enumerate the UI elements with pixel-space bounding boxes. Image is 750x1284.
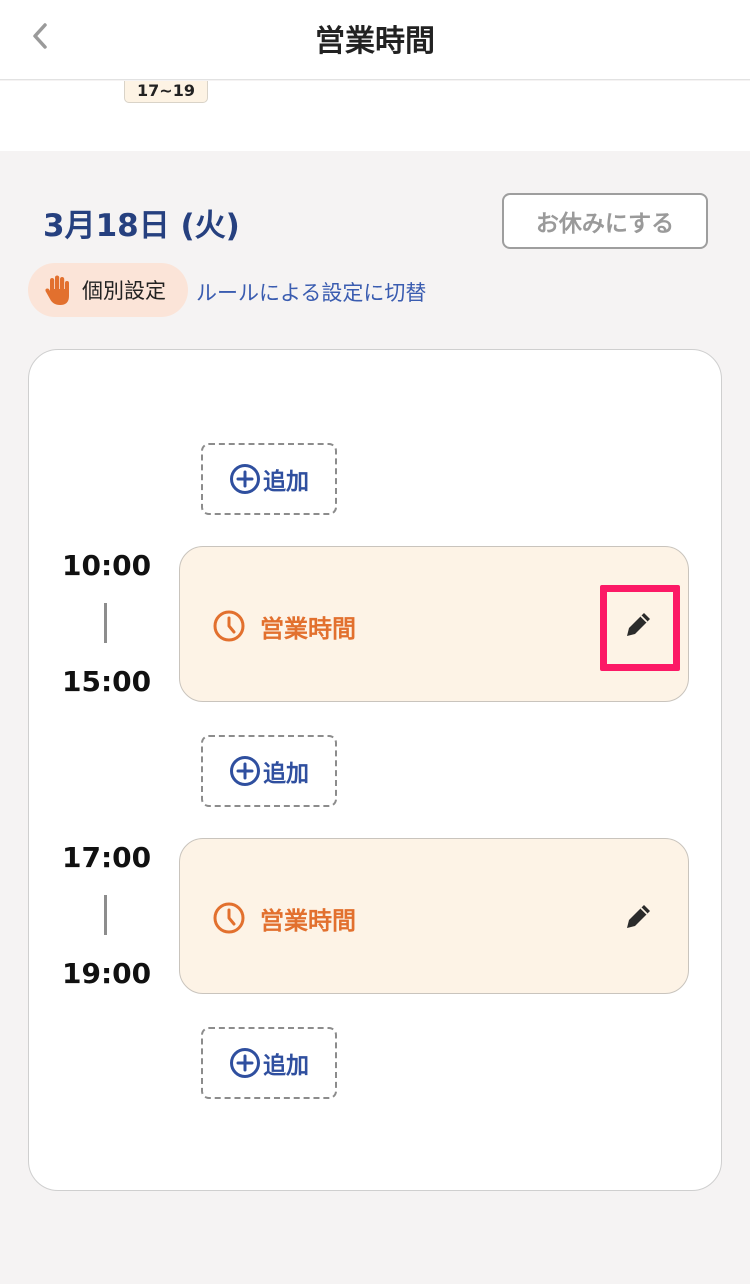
header-bar: 営業時間 [0,0,750,80]
slot-label: 営業時間 [260,907,356,935]
add-label: 追加 [263,469,309,495]
set-holiday-button[interactable]: お休みにする [502,193,708,249]
plus-circle-icon [230,1048,260,1078]
hand-icon [45,275,69,305]
page-title: 営業時間 [315,24,435,59]
slot-end-time: 19:00 [62,957,152,990]
time-separator [104,895,107,935]
slot-start-time: 17:00 [62,841,152,874]
add-label: 追加 [263,1053,309,1079]
badge-label: 個別設定 [82,279,166,303]
slot-start-time: 10:00 [62,549,152,582]
pencil-icon [627,905,650,928]
business-hours-slot[interactable]: 営業時間 [179,838,689,994]
schedule-card [28,349,722,1191]
time-separator [104,603,107,643]
clock-icon [213,902,245,934]
highlight-box [600,585,680,671]
clock-icon [213,610,245,642]
plus-circle-icon [230,464,260,494]
time-range-chip: 17~19 [124,81,208,103]
plus-circle-icon [230,756,260,786]
add-slot-button[interactable]: 追加 [201,1027,337,1099]
add-slot-button[interactable]: 追加 [201,443,337,515]
previous-day-section: 17~19 [0,81,750,151]
switch-to-rule-link[interactable]: ルールによる設定に切替 [196,277,426,307]
add-label: 追加 [263,761,309,787]
slot-end-time: 15:00 [62,665,152,698]
slot-label: 営業時間 [260,615,356,643]
individual-setting-badge: 個別設定 [28,263,188,317]
edit-button[interactable] [620,897,658,935]
add-slot-button[interactable]: 追加 [201,735,337,807]
date-heading: 3月18日 (火) [43,208,240,244]
